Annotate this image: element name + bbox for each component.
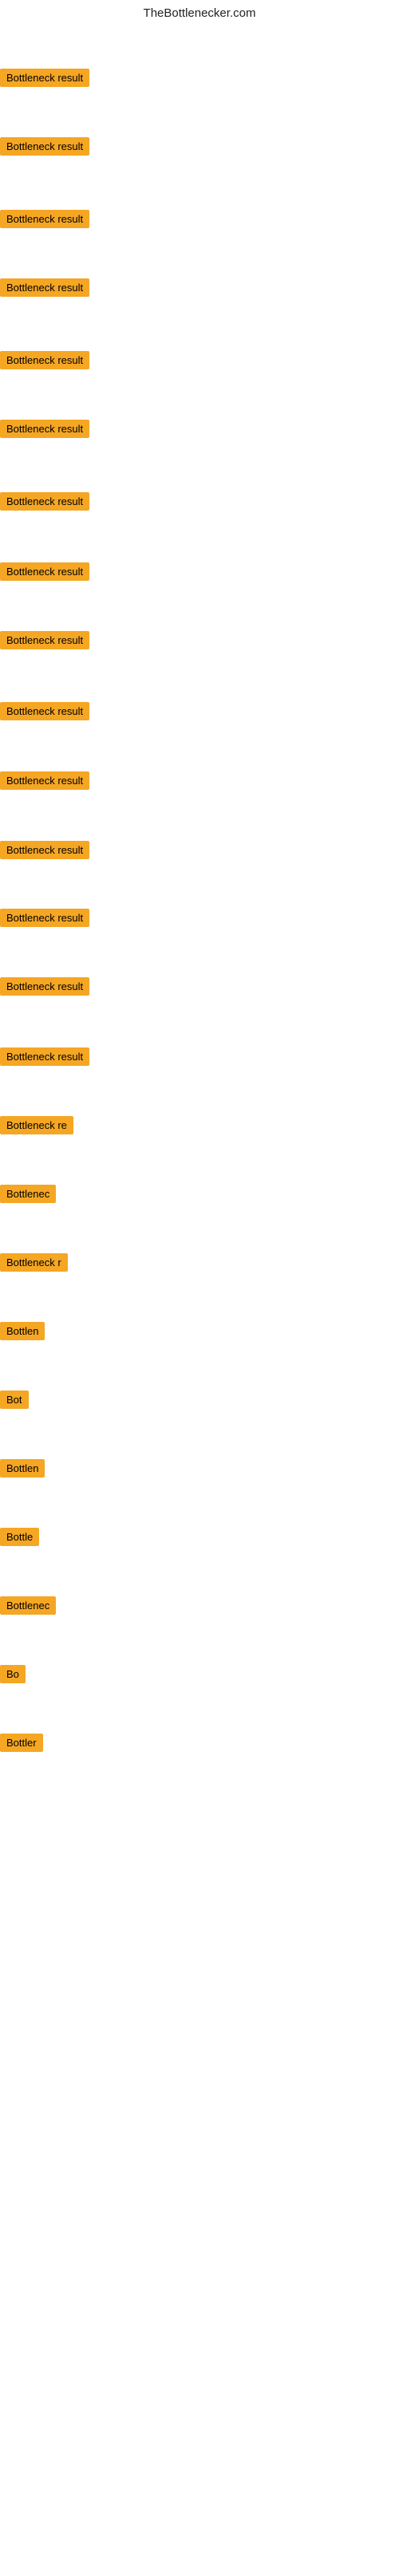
- bottleneck-badge: Bot: [0, 1391, 29, 1409]
- bottleneck-result-item[interactable]: Bottleneck result: [0, 841, 89, 859]
- bottleneck-badge: Bottleneck result: [0, 631, 89, 649]
- bottleneck-badge: Bottlen: [0, 1459, 45, 1477]
- bottleneck-result-item[interactable]: Bottleneck result: [0, 420, 89, 438]
- bottleneck-badge: Bottleneck r: [0, 1253, 68, 1272]
- bottleneck-badge: Bottleneck result: [0, 771, 89, 790]
- bottleneck-result-item[interactable]: Bottleneck result: [0, 562, 89, 581]
- bottleneck-badge: Bottlen: [0, 1322, 45, 1340]
- bottleneck-result-item[interactable]: Bottlenec: [0, 1185, 56, 1203]
- bottleneck-badge: Bottler: [0, 1734, 43, 1752]
- bottleneck-badge: Bottleneck re: [0, 1116, 73, 1134]
- bottleneck-badge: Bottleneck result: [0, 977, 89, 996]
- bottleneck-result-item[interactable]: Bottleneck result: [0, 492, 89, 511]
- bottleneck-badge: Bottle: [0, 1528, 39, 1546]
- bottleneck-badge: Bottleneck result: [0, 841, 89, 859]
- bottleneck-badge: Bottleneck result: [0, 351, 89, 369]
- bottleneck-result-item[interactable]: Bottlen: [0, 1322, 45, 1340]
- bottleneck-result-item[interactable]: Bottleneck re: [0, 1116, 73, 1134]
- bottleneck-badge: Bo: [0, 1665, 26, 1683]
- bottleneck-badge: Bottleneck result: [0, 137, 89, 156]
- bottleneck-badge: Bottleneck result: [0, 1047, 89, 1066]
- bottleneck-result-item[interactable]: Bottlen: [0, 1459, 45, 1477]
- bottleneck-result-item[interactable]: Bottleneck result: [0, 771, 89, 790]
- bottleneck-badge: Bottlenec: [0, 1185, 56, 1203]
- bottleneck-result-item[interactable]: Bottleneck result: [0, 210, 89, 228]
- bottleneck-badge: Bottleneck result: [0, 702, 89, 720]
- bottleneck-result-item[interactable]: Bottleneck result: [0, 137, 89, 156]
- bottleneck-result-item[interactable]: Bottleneck result: [0, 977, 89, 996]
- bottleneck-badge: Bottleneck result: [0, 278, 89, 297]
- bottleneck-badge: Bottleneck result: [0, 69, 89, 87]
- bottleneck-badge: Bottleneck result: [0, 420, 89, 438]
- bottleneck-result-item[interactable]: Bottleneck result: [0, 909, 89, 927]
- bottleneck-badge: Bottleneck result: [0, 210, 89, 228]
- bottleneck-result-item[interactable]: Bo: [0, 1665, 26, 1683]
- bottleneck-result-item[interactable]: Bottleneck result: [0, 702, 89, 720]
- bottleneck-result-item[interactable]: Bottleneck result: [0, 69, 89, 87]
- bottleneck-result-item[interactable]: Bottle: [0, 1528, 39, 1546]
- bottleneck-result-item[interactable]: Bottleneck result: [0, 278, 89, 297]
- bottleneck-badge: Bottlenec: [0, 1596, 56, 1615]
- bottleneck-badge: Bottleneck result: [0, 492, 89, 511]
- bottleneck-result-item[interactable]: Bottleneck result: [0, 1047, 89, 1066]
- site-title: TheBottlenecker.com: [144, 6, 256, 20]
- bottleneck-result-item[interactable]: Bottler: [0, 1734, 43, 1752]
- bottleneck-badge: Bottleneck result: [0, 909, 89, 927]
- site-header: TheBottlenecker.com: [0, 0, 399, 23]
- bottleneck-result-item[interactable]: Bottleneck result: [0, 351, 89, 369]
- bottleneck-result-item[interactable]: Bottleneck result: [0, 631, 89, 649]
- bottleneck-result-item[interactable]: Bot: [0, 1391, 29, 1409]
- bottleneck-result-item[interactable]: Bottlenec: [0, 1596, 56, 1615]
- bottleneck-result-item[interactable]: Bottleneck r: [0, 1253, 68, 1272]
- bottleneck-badge: Bottleneck result: [0, 562, 89, 581]
